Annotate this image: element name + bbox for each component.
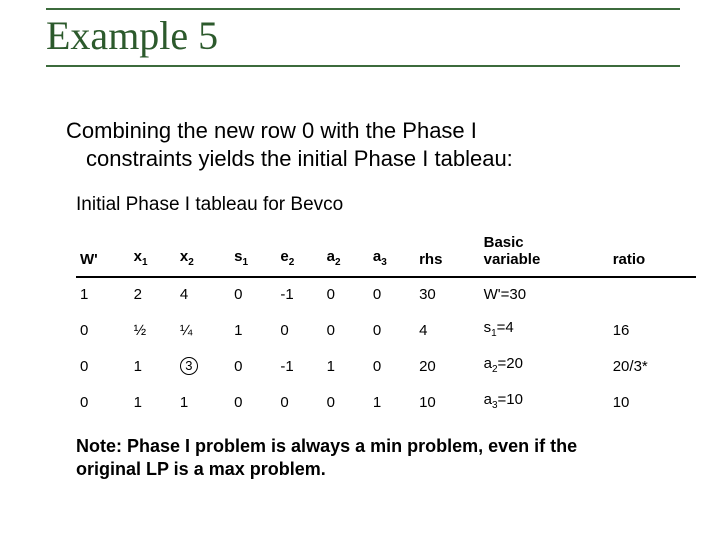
table-row: 0 1 3 0 -1 1 0 20 a2=20 20/3* (76, 347, 696, 383)
col-s1: s1 (230, 226, 276, 277)
tableau-table: W' x1 x2 s1 e2 a2 a3 rhs Basicvariable r… (76, 226, 696, 419)
table-row: 0 1 1 0 0 0 1 10 a3=10 10 (76, 383, 696, 419)
table-caption: Initial Phase I tableau for Bevco (76, 194, 680, 216)
col-x2: x2 (176, 226, 230, 277)
pivot-circled: 3 (180, 357, 198, 375)
table-row: 1 2 4 0 -1 0 0 30 W'=30 (76, 277, 696, 311)
footer-note: Note: Phase I problem is always a min pr… (76, 435, 680, 482)
table-header-row: W' x1 x2 s1 e2 a2 a3 rhs Basicvariable r… (76, 226, 696, 277)
slide: Example 5 Combining the new row 0 with t… (0, 0, 720, 540)
table-row: 0 ½ ¼ 1 0 0 0 4 s1=4 16 (76, 311, 696, 347)
col-x1: x1 (130, 226, 176, 277)
col-rhs: rhs (415, 226, 480, 277)
body-line-1: Combining the new row 0 with the Phase I (66, 118, 477, 143)
note-line-2: original LP is a max problem. (76, 459, 326, 479)
col-wprime: W' (76, 226, 130, 277)
note-line-1: Note: Phase I problem is always a min pr… (76, 436, 577, 456)
col-e2: e2 (276, 226, 322, 277)
col-a3: a3 (369, 226, 415, 277)
col-a2: a2 (323, 226, 369, 277)
title-rule-bottom (46, 65, 680, 67)
slide-title: Example 5 (46, 12, 680, 59)
body-line-2: constraints yields the initial Phase I t… (86, 146, 513, 171)
col-basic-variable: Basicvariable (480, 226, 609, 277)
body-text: Combining the new row 0 with the Phase I… (66, 117, 680, 172)
col-ratio: ratio (609, 226, 696, 277)
title-rule-top (46, 8, 680, 10)
